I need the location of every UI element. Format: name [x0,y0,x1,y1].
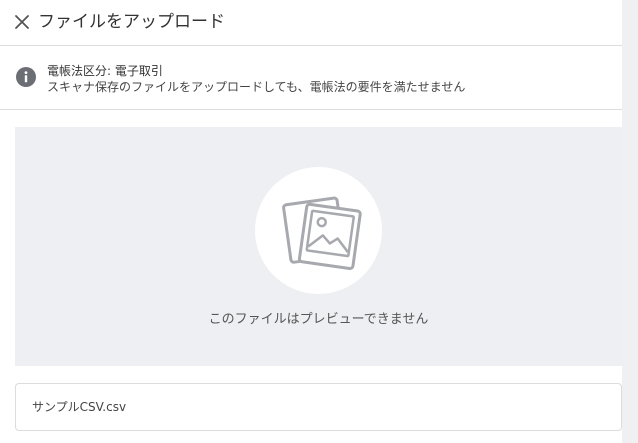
scrollbar[interactable] [622,0,638,443]
notice-warning: スキャナ保存のファイルをアップロードしても、電帳法の要件を満たせません [47,80,466,94]
file-preview-area: このファイルはプレビューできません [15,127,622,366]
dialog-title: ファイルをアップロード [38,12,225,32]
close-icon[interactable] [12,12,32,32]
dialog-header: ファイルをアップロード [0,0,622,46]
preview-unavailable-message: このファイルはプレビューできません [208,312,429,327]
upload-dialog: ファイルをアップロード 電帳法区分: 電子取引 スキャナ保存のファイルをアップロ… [0,0,622,443]
notice-category: 電帳法区分: 電子取引 [47,64,163,78]
file-name-field[interactable]: サンプルCSV.csv [15,383,622,431]
file-name: サンプルCSV.csv [32,400,127,414]
notice-banner: 電帳法区分: 電子取引 スキャナ保存のファイルをアップロードしても、電帳法の要件… [0,46,622,110]
preview-icon-circle [255,167,382,294]
info-icon [16,67,36,87]
image-placeholder-icon [275,185,365,275]
